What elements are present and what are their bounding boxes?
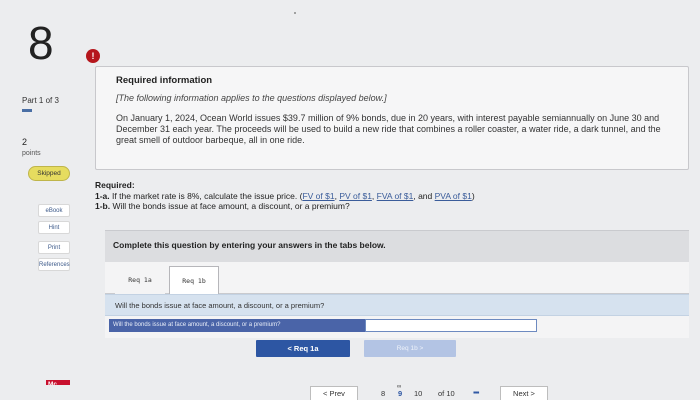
ebook-link[interactable]: eBook xyxy=(38,204,70,217)
prev-button[interactable]: < Prev xyxy=(310,386,358,400)
required-item-num: 1-b. xyxy=(95,201,111,211)
required-information-box: Required information [The following info… xyxy=(95,66,689,170)
decorative-dot xyxy=(294,12,296,14)
status-badge: Skipped xyxy=(28,166,70,181)
question-number: 8 xyxy=(28,17,54,69)
answer-label: Will the bonds issue at face amount, a d… xyxy=(109,319,365,332)
tab-req-1b[interactable]: Req 1b xyxy=(169,266,219,295)
instruction-panel: Complete this question by entering your … xyxy=(105,230,689,262)
required-item-1a: 1-a. If the market rate is 8%, calculate… xyxy=(95,190,475,201)
alert-icon: ! xyxy=(86,49,100,63)
info-title: Required information xyxy=(116,75,213,86)
required-item-text: Will the bonds issue at face amount, a d… xyxy=(112,201,350,211)
answer-dropdown[interactable] xyxy=(365,319,537,332)
part-progress-bar xyxy=(22,109,32,112)
question-prompt: Will the bonds issue at face amount, a d… xyxy=(105,294,689,316)
points-value: 2 xyxy=(22,137,28,147)
tab-req-1a[interactable]: Req 1a xyxy=(115,266,165,295)
required-section: Required: 1-a. If the market rate is 8%,… xyxy=(95,180,575,212)
next-req-button[interactable]: Req 1b > xyxy=(364,340,456,357)
required-item-num: 1-a. xyxy=(95,190,110,201)
references-link[interactable]: References xyxy=(38,258,70,271)
pv-link[interactable]: PV of $1 xyxy=(339,191,372,201)
page-count: of 10 xyxy=(438,389,455,398)
required-heading: Required: xyxy=(95,180,135,190)
pva-link[interactable]: PVA of $1 xyxy=(435,191,472,201)
fv-link[interactable]: FV of $1 xyxy=(302,191,334,201)
hint-link[interactable]: Hint xyxy=(38,221,70,234)
info-body: On January 1, 2024, Ocean World issues $… xyxy=(116,113,661,145)
next-button[interactable]: Next > xyxy=(500,386,548,400)
points-label: points xyxy=(22,150,41,157)
tab-bar: Req 1a Req 1b xyxy=(105,262,689,295)
page-8[interactable]: 8 xyxy=(381,389,385,398)
required-item-text: If the market rate is 8%, calculate the … xyxy=(112,190,298,201)
required-item-1b: 1-b. Will the bonds issue at face amount… xyxy=(95,201,575,212)
page-10[interactable]: 10 xyxy=(414,389,422,398)
page-9-current[interactable]: 9 xyxy=(398,389,402,398)
part-indicator: Part 1 of 3 xyxy=(22,96,59,105)
grid-icon[interactable]: ▪▪▪ xyxy=(473,388,479,397)
prev-req-button[interactable]: < Req 1a xyxy=(256,340,350,357)
answer-row: Will the bonds issue at face amount, a d… xyxy=(105,316,689,338)
print-link[interactable]: Print xyxy=(38,241,70,254)
info-subtitle: [The following information applies to th… xyxy=(116,93,387,103)
fva-link[interactable]: FVA of $1 xyxy=(377,191,414,201)
